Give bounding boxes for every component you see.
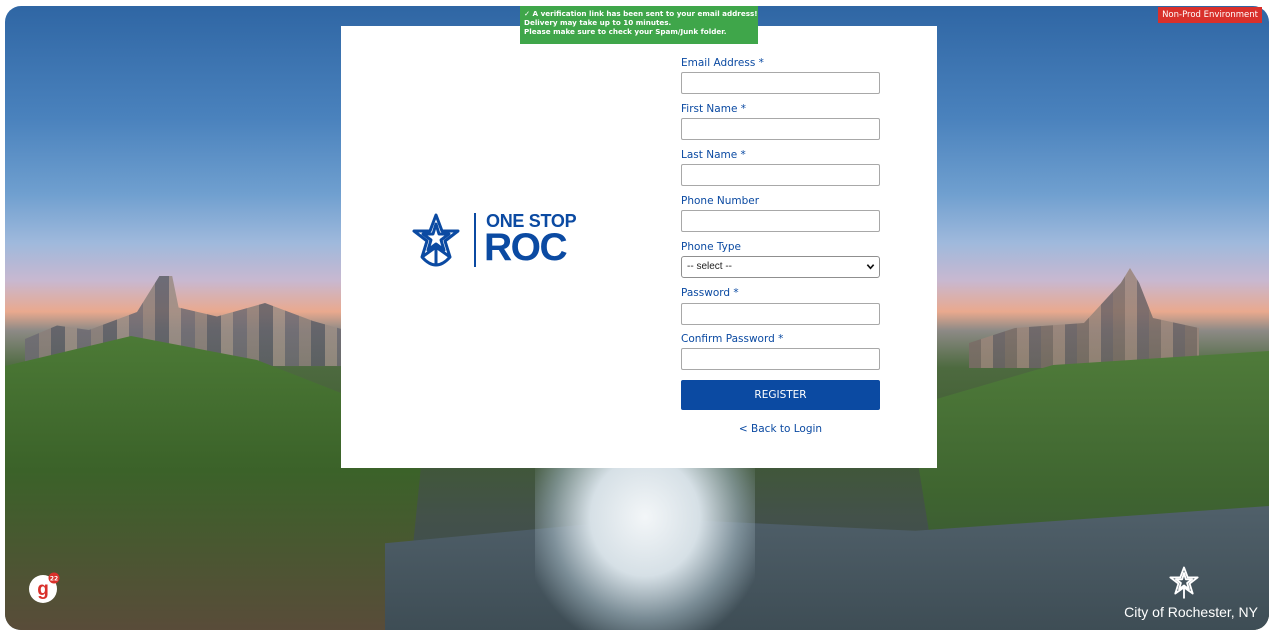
- back-to-login-link[interactable]: < Back to Login: [681, 423, 880, 435]
- environment-badge: Non-Prod Environment: [1158, 7, 1262, 23]
- last-name-label: Last Name *: [681, 149, 746, 161]
- svg-text:22: 22: [50, 576, 58, 583]
- password-label: Password *: [681, 287, 739, 299]
- email-field[interactable]: [681, 72, 880, 94]
- notification-line-3: Please make sure to check your Spam/Junk…: [524, 27, 727, 36]
- first-name-field[interactable]: [681, 118, 880, 140]
- phone-type-select[interactable]: -- select --: [681, 256, 880, 278]
- confirm-password-field[interactable]: [681, 348, 880, 370]
- notification-line-1: ✓ A verification link has been sent to y…: [524, 9, 758, 18]
- rochester-flower-icon: [412, 213, 460, 267]
- phone-number-field[interactable]: [681, 210, 880, 232]
- g-app-icon[interactable]: g 22: [28, 572, 60, 604]
- logo-line-2: ROC: [484, 226, 568, 269]
- verification-notification: ✓ A verification link has been sent to y…: [520, 6, 758, 44]
- register-button[interactable]: REGISTER: [681, 380, 880, 410]
- phone-type-label: Phone Type: [681, 241, 741, 253]
- notification-line-2: Delivery may take up to 10 minutes.: [524, 18, 672, 27]
- last-name-field[interactable]: [681, 164, 880, 186]
- confirm-password-label: Confirm Password *: [681, 333, 784, 345]
- email-label: Email Address *: [681, 57, 764, 69]
- logo-divider: [474, 213, 476, 267]
- first-name-label: First Name *: [681, 103, 746, 115]
- waterfall: [535, 466, 755, 630]
- phone-type-value: -- select --: [687, 261, 732, 272]
- phone-number-label: Phone Number: [681, 195, 760, 207]
- password-field[interactable]: [681, 303, 880, 325]
- chevron-down-icon: [866, 264, 875, 270]
- city-label: City of Rochester, NY: [1124, 604, 1258, 620]
- one-stop-roc-logo: ONE STOP ROC: [411, 211, 591, 271]
- rochester-flower-icon: [1169, 566, 1199, 599]
- registration-card: ONE STOP ROC Email Address * First Name …: [341, 26, 937, 468]
- skyline-right: [969, 268, 1199, 368]
- svg-text:g: g: [37, 579, 49, 600]
